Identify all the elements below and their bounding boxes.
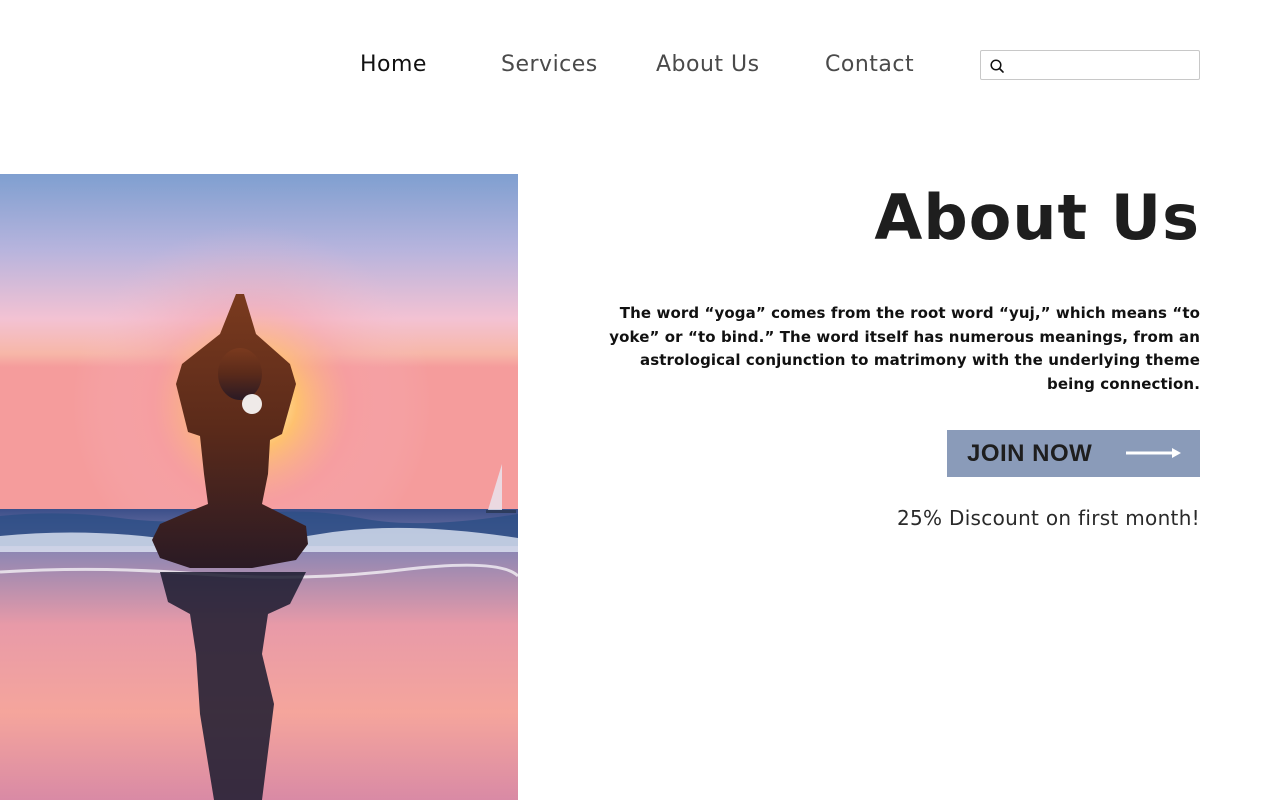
join-now-label: JOIN NOW — [967, 439, 1093, 467]
search-input[interactable] — [1009, 53, 1195, 77]
arrow-right-icon — [1126, 448, 1181, 458]
search-box[interactable] — [980, 50, 1200, 80]
join-now-button[interactable]: JOIN NOW — [947, 430, 1200, 477]
page: Home Services About Us Contact About Us … — [0, 0, 1280, 800]
top-nav: Home Services About Us Contact — [0, 0, 1280, 130]
nav-link-contact[interactable]: Contact — [825, 50, 914, 80]
search-icon — [990, 59, 1004, 73]
about-section: About Us The word “yoga” comes from the … — [560, 174, 1200, 530]
nav-link-services[interactable]: Services — [501, 50, 598, 80]
nav-link-about-us[interactable]: About Us — [656, 50, 760, 80]
hero-image — [0, 174, 518, 800]
about-description: The word “yoga” comes from the root word… — [609, 304, 1200, 393]
nav-link-home[interactable]: Home — [360, 50, 427, 80]
page-title: About Us — [874, 181, 1200, 254]
discount-text: 25% Discount on first month! — [896, 506, 1200, 530]
